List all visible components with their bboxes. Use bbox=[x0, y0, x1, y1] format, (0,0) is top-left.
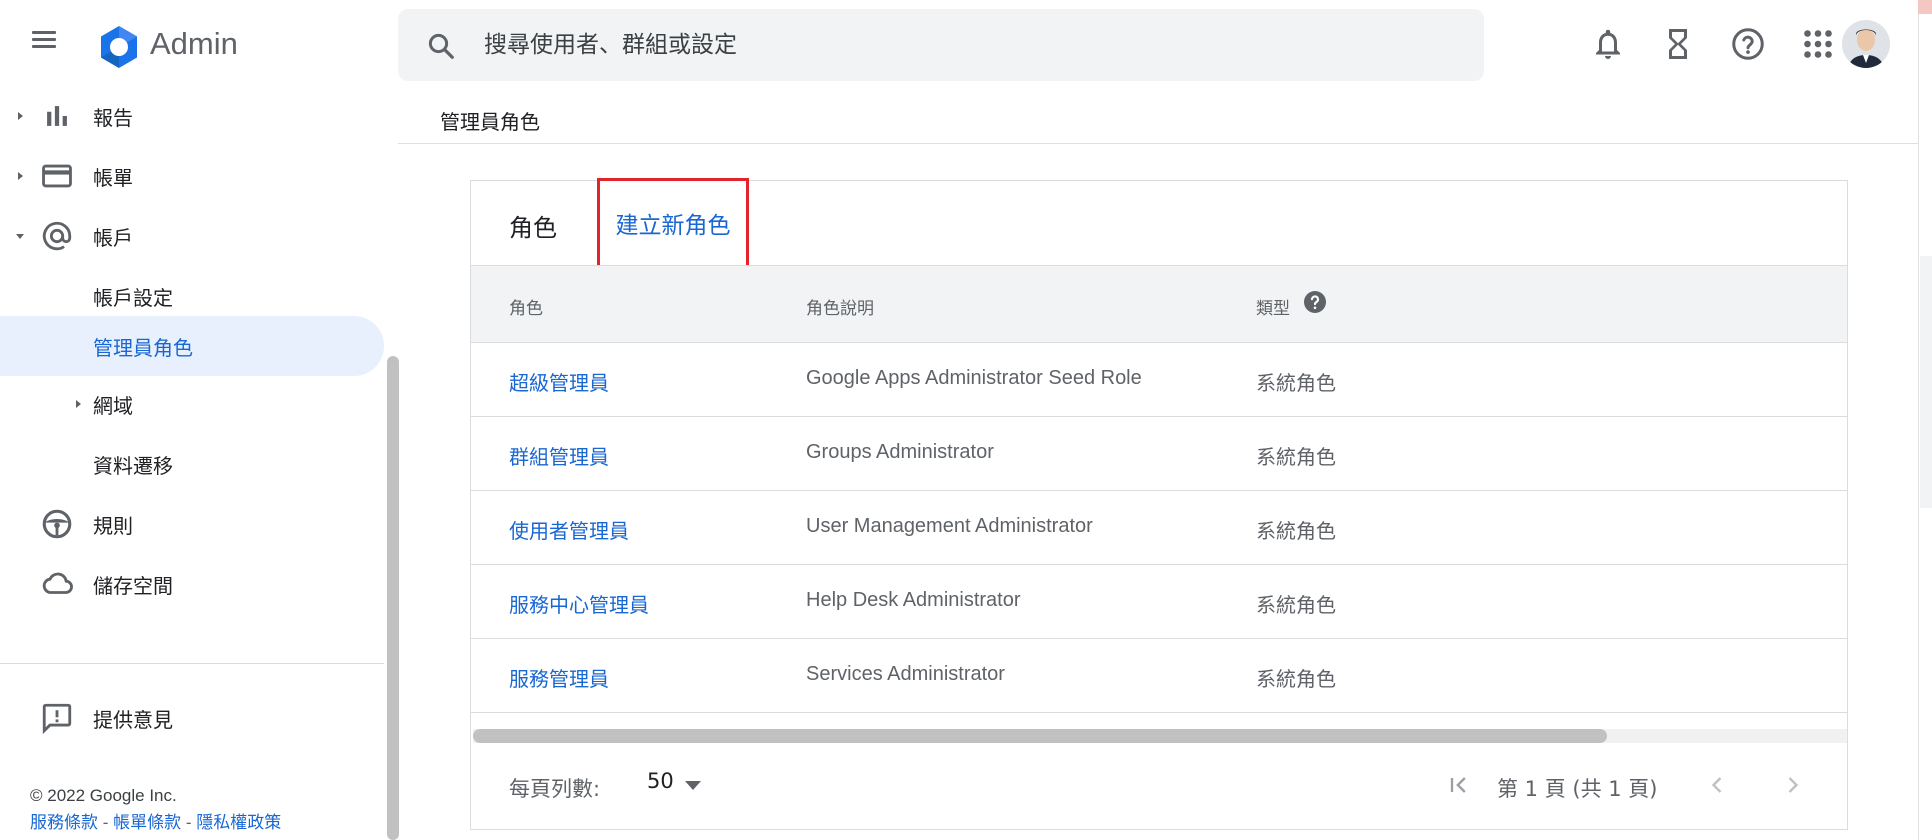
role-name-link[interactable]: 服務中心管理員 bbox=[509, 589, 649, 618]
page-info: 第 1 頁 (共 1 頁) bbox=[1497, 777, 1658, 801]
sidebar-item-rules[interactable]: 規則 bbox=[0, 496, 384, 552]
billing-terms-link[interactable]: 帳單條款 bbox=[113, 813, 181, 832]
caret-right-icon bbox=[18, 112, 23, 120]
table-row: 使用者管理員 User Management Administrator 系統角… bbox=[471, 491, 1847, 565]
breadcrumb-divider bbox=[398, 143, 1918, 144]
roles-card: 角色 建立新角色 角色 角色說明 類型 超級管理員 Google Apps Ad… bbox=[470, 178, 1848, 830]
role-type: 系統角色 bbox=[1256, 667, 1336, 691]
sidebar-item-label: 資料遷移 bbox=[93, 453, 173, 478]
footer-separator: - bbox=[98, 813, 114, 832]
caret-right-icon bbox=[18, 172, 23, 180]
sidebar-item-reports[interactable]: 報告 bbox=[0, 88, 384, 144]
role-name-link[interactable]: 群組管理員 bbox=[509, 441, 609, 470]
steering-icon bbox=[42, 509, 72, 539]
help-icon[interactable] bbox=[1303, 290, 1327, 314]
role-name-link[interactable]: 使用者管理員 bbox=[509, 515, 629, 544]
sidebar-item-label: 報告 bbox=[93, 105, 133, 130]
sidebar-item-label: 管理員角色 bbox=[93, 335, 193, 360]
footer-separator: - bbox=[181, 813, 197, 832]
right-edge-marker bbox=[1918, 0, 1932, 14]
first-page-icon[interactable] bbox=[1445, 771, 1473, 799]
admin-logo bbox=[101, 26, 137, 68]
search-icon[interactable] bbox=[426, 31, 456, 61]
sidebar: 報告 帳單 帳戶 帳戶設定 管理員角色 網域 資料遷移 規則 儲存空間 提供意見 bbox=[0, 88, 388, 840]
role-description: Services Administrator bbox=[806, 663, 1005, 685]
help-icon[interactable] bbox=[1730, 26, 1766, 62]
column-header-type[interactable]: 類型 bbox=[1256, 294, 1290, 319]
privacy-policy-link[interactable]: 隱私權政策 bbox=[196, 813, 281, 832]
horizontal-scrollbar[interactable] bbox=[473, 729, 1847, 743]
apps-icon[interactable] bbox=[1800, 26, 1836, 62]
table-row: 服務中心管理員 Help Desk Administrator 系統角色 bbox=[471, 565, 1847, 639]
table-row: 服務管理員 Services Administrator 系統角色 bbox=[471, 639, 1847, 713]
breadcrumb: 管理員角色 bbox=[440, 110, 540, 134]
rows-per-page-label: 每頁列數: bbox=[509, 777, 601, 801]
right-edge-panel-shade bbox=[1920, 256, 1932, 508]
sidebar-item-billing[interactable]: 帳單 bbox=[0, 148, 384, 204]
sidebar-item-label: 規則 bbox=[93, 513, 133, 538]
sidebar-scrollbar[interactable] bbox=[387, 356, 399, 840]
sidebar-item-data-migration[interactable]: 資料遷移 bbox=[0, 436, 384, 492]
terms-of-service-link[interactable]: 服務條款 bbox=[30, 813, 98, 832]
sidebar-item-label: 帳戶 bbox=[93, 225, 133, 250]
card-title: 角色 bbox=[509, 214, 557, 242]
role-type: 系統角色 bbox=[1256, 519, 1336, 543]
role-description: Groups Administrator bbox=[806, 441, 994, 463]
rows-per-page-value: 50 bbox=[647, 769, 674, 793]
sidebar-divider bbox=[0, 663, 384, 664]
pagination: 每頁列數: 50 第 1 頁 (共 1 頁) bbox=[471, 743, 1847, 829]
role-type: 系統角色 bbox=[1256, 371, 1336, 395]
role-name-link[interactable]: 超級管理員 bbox=[509, 367, 609, 396]
user-avatar-icon bbox=[1842, 20, 1890, 68]
column-header-description[interactable]: 角色說明 bbox=[806, 294, 874, 319]
next-page-icon[interactable] bbox=[1779, 771, 1807, 799]
sidebar-item-label: 網域 bbox=[93, 393, 133, 418]
table-row: 超級管理員 Google Apps Administrator Seed Rol… bbox=[471, 343, 1847, 417]
feedback-icon bbox=[42, 703, 72, 735]
feedback-label: 提供意見 bbox=[93, 707, 173, 732]
scrollbar-thumb[interactable] bbox=[473, 729, 1607, 743]
copyright: © 2022 Google Inc. bbox=[30, 786, 177, 805]
footer-links: 服務條款 - 帳單條款 - 隱私權政策 bbox=[30, 808, 281, 833]
hourglass-icon[interactable] bbox=[1660, 26, 1696, 62]
previous-page-icon[interactable] bbox=[1703, 771, 1731, 799]
cloud-icon bbox=[42, 572, 73, 594]
avatar[interactable] bbox=[1842, 20, 1890, 68]
sidebar-item-admin-roles[interactable]: 管理員角色 bbox=[0, 316, 384, 376]
dropdown-arrow-icon bbox=[685, 781, 701, 790]
caret-down-icon bbox=[16, 234, 24, 239]
search-bar[interactable] bbox=[398, 9, 1484, 81]
role-type: 系統角色 bbox=[1256, 445, 1336, 469]
feedback-button[interactable]: 提供意見 bbox=[0, 690, 384, 746]
credit-card-icon bbox=[42, 164, 72, 188]
sidebar-item-domains[interactable]: 網域 bbox=[0, 376, 384, 432]
sidebar-item-label: 帳單 bbox=[93, 165, 133, 190]
at-icon bbox=[42, 221, 72, 251]
app-title: Admin bbox=[150, 26, 238, 61]
role-description: Help Desk Administrator bbox=[806, 589, 1021, 611]
menu-icon bbox=[32, 31, 56, 34]
sidebar-item-label: 儲存空間 bbox=[93, 573, 173, 598]
bar-chart-icon bbox=[47, 106, 67, 126]
search-input[interactable] bbox=[484, 27, 1384, 63]
main-menu-button[interactable] bbox=[30, 28, 58, 56]
role-description: Google Apps Administrator Seed Role bbox=[806, 367, 1142, 389]
sidebar-item-label: 帳戶設定 bbox=[93, 285, 173, 310]
sidebar-item-storage[interactable]: 儲存空間 bbox=[0, 556, 384, 612]
role-description: User Management Administrator bbox=[806, 515, 1093, 537]
sidebar-item-account[interactable]: 帳戶 bbox=[0, 208, 384, 264]
caret-right-icon bbox=[76, 400, 81, 408]
column-header-role[interactable]: 角色 bbox=[509, 294, 543, 319]
create-new-role-button[interactable]: 建立新角色 bbox=[597, 178, 749, 268]
table-header: 角色 角色說明 類型 bbox=[471, 265, 1847, 343]
bell-icon[interactable] bbox=[1590, 26, 1626, 62]
role-type: 系統角色 bbox=[1256, 593, 1336, 617]
table-row: 群組管理員 Groups Administrator 系統角色 bbox=[471, 417, 1847, 491]
role-name-link[interactable]: 服務管理員 bbox=[509, 663, 609, 692]
rows-per-page-select[interactable]: 50 bbox=[647, 769, 709, 801]
